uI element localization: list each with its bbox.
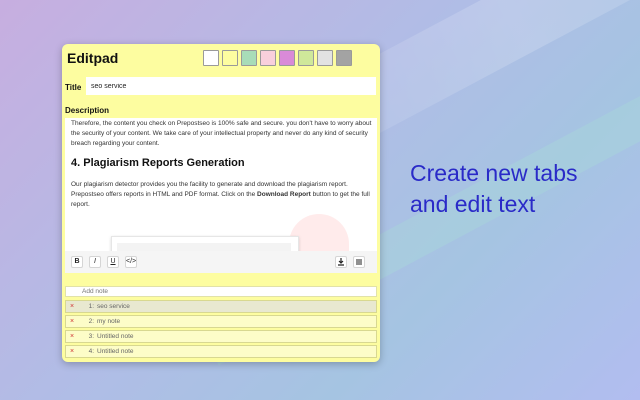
- download-button[interactable]: [335, 256, 347, 268]
- delete-note-icon[interactable]: ×: [70, 348, 74, 355]
- embedded-image: [111, 236, 299, 251]
- header: Editpad: [62, 44, 380, 74]
- menu-button[interactable]: [353, 256, 365, 268]
- promo-tagline: Create new tabs and edit text: [410, 160, 578, 217]
- note-number: 1:: [88, 303, 94, 310]
- download-icon: [338, 258, 344, 266]
- editor-bold-text: Download Report: [257, 191, 311, 198]
- format-toolbar: B I U </>: [65, 251, 377, 273]
- color-swatch-lime[interactable]: [298, 50, 314, 66]
- color-swatch-light-gray[interactable]: [317, 50, 333, 66]
- add-note-placeholder: Add note: [82, 288, 109, 295]
- color-swatches: [203, 50, 355, 66]
- note-item[interactable]: × 3: Untitled note: [65, 330, 377, 343]
- note-item[interactable]: × 4: Untitled note: [65, 345, 377, 358]
- color-swatch-white[interactable]: [203, 50, 219, 66]
- note-item[interactable]: × 2: my note: [65, 315, 377, 328]
- note-number: 3:: [88, 333, 94, 340]
- note-number: 4:: [88, 348, 94, 355]
- note-title: seo service: [97, 303, 130, 310]
- code-button[interactable]: </>: [125, 256, 137, 268]
- delete-note-icon[interactable]: ×: [70, 318, 74, 325]
- italic-button[interactable]: I: [89, 256, 101, 268]
- delete-note-icon[interactable]: ×: [70, 303, 74, 310]
- color-swatch-purple[interactable]: [279, 50, 295, 66]
- title-input[interactable]: [86, 77, 376, 95]
- note-title: Untitled note: [97, 348, 134, 355]
- description-label: Description: [65, 106, 110, 115]
- add-note-input[interactable]: Add note: [65, 286, 377, 297]
- note-item[interactable]: × 1: seo service: [65, 300, 377, 313]
- editor-paragraph: Our plagiarism detector provides you the…: [65, 180, 377, 210]
- underline-button[interactable]: U: [107, 256, 119, 268]
- title-label: Title: [65, 83, 82, 92]
- app-title: Editpad: [67, 50, 119, 66]
- color-swatch-pink[interactable]: [260, 50, 276, 66]
- menu-icon: [356, 259, 362, 265]
- description-editor[interactable]: Therefore, the content you check on Prep…: [65, 118, 377, 251]
- color-swatch-green[interactable]: [241, 50, 257, 66]
- note-title: Untitled note: [97, 333, 134, 340]
- note-title: my note: [97, 318, 121, 325]
- color-swatch-gray[interactable]: [336, 50, 352, 66]
- color-swatch-yellow[interactable]: [222, 50, 238, 66]
- note-number: 2:: [88, 318, 94, 325]
- bold-button[interactable]: B: [71, 256, 83, 268]
- editor-heading: 4. Plagiarism Reports Generation: [71, 157, 245, 169]
- editpad-panel: Editpad Title Description Therefore, the…: [62, 44, 380, 362]
- editor-paragraph: Therefore, the content you check on Prep…: [71, 120, 372, 147]
- delete-note-icon[interactable]: ×: [70, 333, 74, 340]
